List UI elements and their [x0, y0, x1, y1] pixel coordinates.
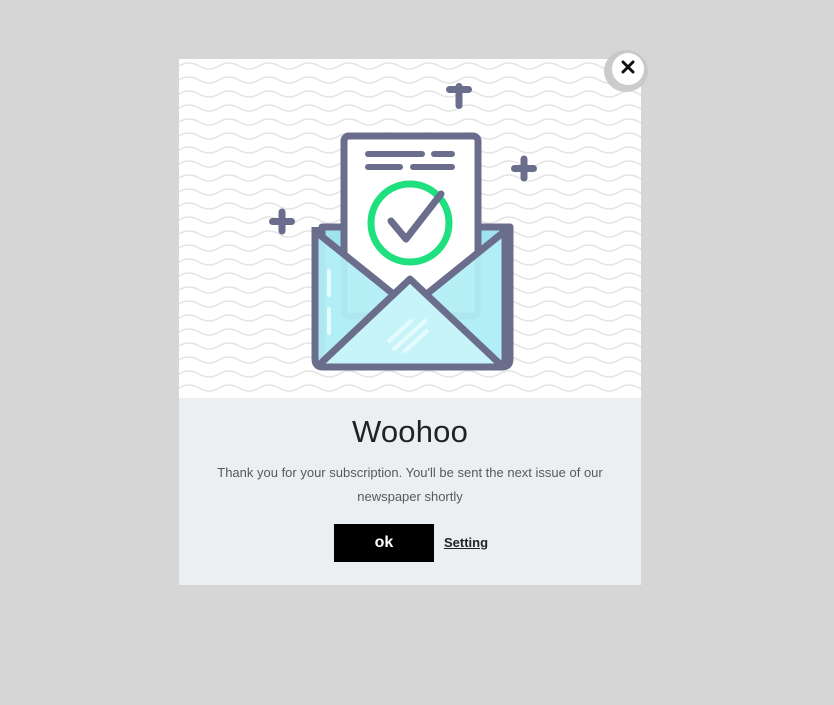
setting-link[interactable]: Setting — [444, 535, 488, 550]
sparkle-icon — [269, 208, 295, 235]
close-icon — [621, 60, 635, 79]
modal-message: Thank you for your subscription. You'll … — [217, 465, 603, 504]
modal-hero — [179, 59, 641, 398]
envelope-checkmark-illustration — [269, 83, 537, 371]
close-button[interactable] — [612, 53, 644, 85]
subscription-modal: Woohoo Thank you for your subscription. … — [179, 59, 641, 585]
sparkle-icon — [511, 155, 537, 182]
ok-button[interactable]: ok — [334, 524, 434, 562]
close-control — [604, 50, 650, 92]
modal-title: Woohoo — [351, 414, 469, 449]
sparkle-icon — [446, 83, 472, 109]
